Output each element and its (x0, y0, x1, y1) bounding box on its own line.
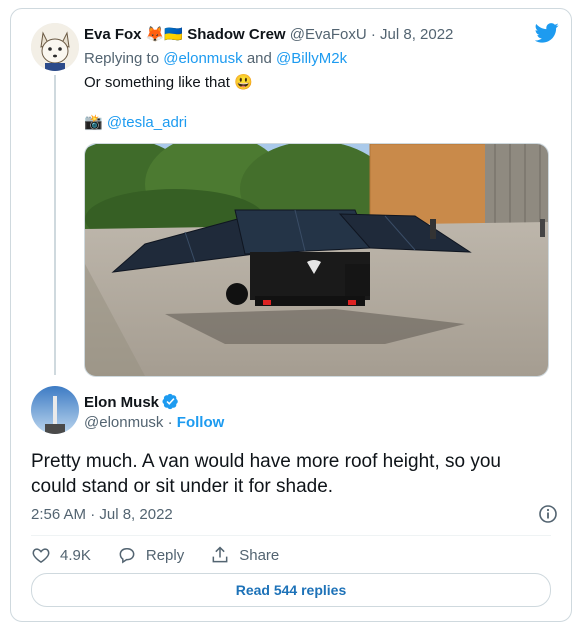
photo-credit: 📸 @tesla_adri (84, 113, 187, 131)
share-icon (212, 546, 228, 563)
read-replies-button[interactable]: Read 544 replies (31, 573, 551, 607)
tweet-photo[interactable] (84, 143, 549, 377)
replying-to-line: Replying to @elonmusk and @BillyM2k (84, 50, 347, 67)
reply-label: Reply (145, 546, 185, 564)
rocket-avatar-image (31, 386, 79, 434)
avatar[interactable] (31, 386, 79, 434)
share-button[interactable]: Share (210, 545, 279, 565)
tweet-text: Or something like that 😃 (84, 74, 253, 91)
handle-follow-line: @elonmusk · Follow (84, 414, 224, 431)
display-name[interactable]: Eva Fox (84, 26, 142, 43)
replying-prefix: Replying to (84, 50, 160, 67)
like-count: 4.9K (60, 546, 91, 564)
tweet-timestamp[interactable]: 2:56 AM · Jul 8, 2022 (31, 506, 173, 523)
like-button[interactable]: 4.9K (31, 545, 91, 565)
avatar[interactable] (31, 23, 79, 71)
user-handle[interactable]: @elonmusk (84, 414, 163, 431)
heart-icon (32, 548, 50, 563)
separator: · (167, 414, 173, 431)
mention-link[interactable]: @elonmusk (163, 50, 242, 67)
display-name: Elon Musk (84, 393, 179, 411)
replying-and: and (246, 50, 272, 67)
mention-link[interactable]: @tesla_adri (107, 114, 187, 131)
embedded-tweet-card: Eva Fox 🦊🇺🇦 Shadow Crew @EvaFoxU · Jul 8… (10, 8, 572, 622)
display-name-text[interactable]: Elon Musk (84, 394, 159, 411)
tweet-text: Pretty much. A van would have more roof … (31, 451, 501, 497)
tweet-actions: 4.9K Reply Share (31, 545, 305, 565)
camera-icon: 📸 (84, 114, 103, 131)
follow-button[interactable]: Follow (177, 414, 225, 431)
thread-connector-line (54, 75, 56, 375)
info-icon[interactable] (538, 504, 558, 524)
twitter-bird-icon[interactable] (535, 23, 559, 43)
reply-icon (119, 548, 135, 564)
solar-trailer-photo (85, 144, 548, 376)
tweet-date[interactable]: Jul 8, 2022 (380, 26, 453, 43)
verified-icon (162, 393, 178, 410)
divider (31, 535, 551, 536)
user-handle[interactable]: @EvaFoxU (290, 26, 367, 43)
name-badges: 🦊🇺🇦 Shadow Crew (145, 26, 286, 43)
separator: · (370, 26, 376, 43)
parent-tweet-header: Eva Fox 🦊🇺🇦 Shadow Crew @EvaFoxU · Jul 8… (84, 25, 453, 43)
share-label: Share (239, 546, 280, 564)
reply-button[interactable]: Reply (117, 545, 184, 565)
fox-avatar-image (31, 23, 79, 71)
mention-link[interactable]: @BillyM2k (276, 50, 347, 67)
